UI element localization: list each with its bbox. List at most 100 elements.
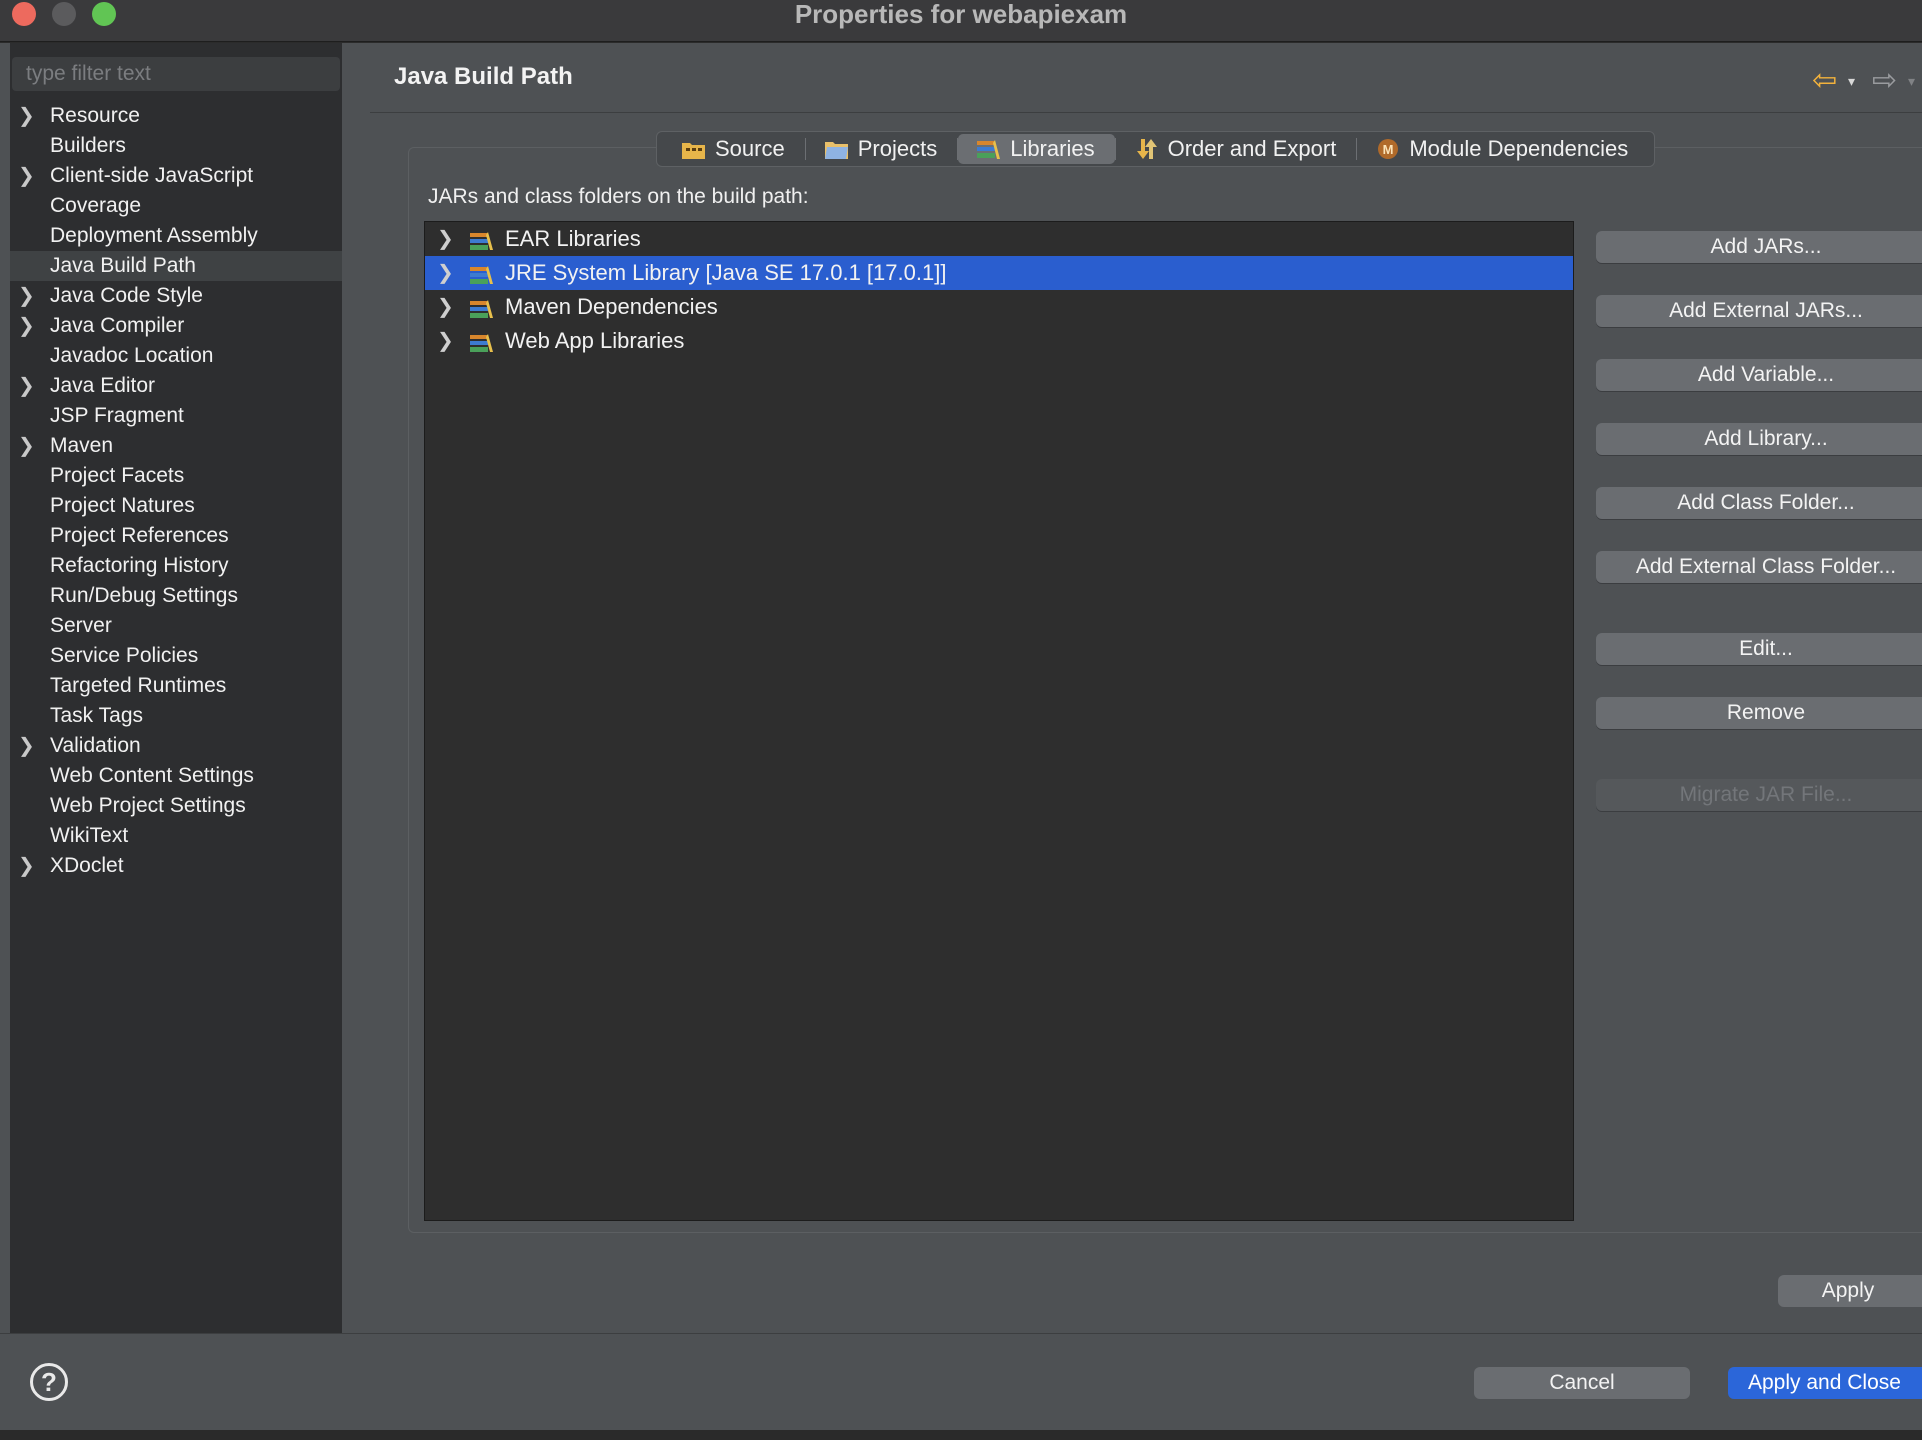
add-library-button[interactable]: Add Library... xyxy=(1596,423,1922,455)
library-icon xyxy=(469,228,497,250)
tab-label: Libraries xyxy=(1010,136,1095,161)
title-bar: Properties for webapiexam xyxy=(0,0,1922,42)
chevron-right-icon[interactable]: ❯ xyxy=(437,324,454,358)
sidebar-item[interactable]: ❯ Resource xyxy=(10,101,342,131)
sidebar-item[interactable]: Builders xyxy=(10,131,342,161)
sidebar-item[interactable]: Javadoc Location xyxy=(10,341,342,371)
help-icon[interactable]: ? xyxy=(30,1363,68,1401)
tab-label: Module Dependencies xyxy=(1409,136,1629,161)
sidebar-item-label: Java Compiler xyxy=(50,314,185,337)
library-icon xyxy=(469,296,497,318)
chevron-right-icon[interactable]: ❯ xyxy=(18,851,38,881)
history-nav: ⇦ ▾ ⇨ ▾ xyxy=(1812,61,1922,101)
chevron-right-icon[interactable]: ❯ xyxy=(437,222,454,256)
library-label: Web App Libraries xyxy=(505,328,685,353)
library-row[interactable]: ❯ Maven Dependencies xyxy=(425,290,1573,324)
page-title: Java Build Path xyxy=(394,63,573,90)
sidebar-item[interactable]: ❯ Java Editor xyxy=(10,371,342,401)
sidebar-item-label: Refactoring History xyxy=(50,554,229,577)
migrate-jar-button[interactable]: Migrate JAR File... xyxy=(1596,779,1922,811)
sidebar-item-label: Java Editor xyxy=(50,374,156,397)
edit-button[interactable]: Edit... xyxy=(1596,633,1922,665)
sash[interactable] xyxy=(342,43,370,1333)
tab-source[interactable]: Source xyxy=(663,134,805,164)
chevron-right-icon[interactable]: ❯ xyxy=(18,731,38,761)
sidebar-item-label: Validation xyxy=(50,734,141,757)
background-window-strip xyxy=(0,1430,1922,1440)
sidebar-item-label: Project Facets xyxy=(50,464,185,487)
back-arrow-icon[interactable]: ⇦ xyxy=(1812,61,1837,101)
chevron-right-icon[interactable]: ❯ xyxy=(18,281,38,311)
chevron-right-icon[interactable]: ❯ xyxy=(18,431,38,461)
sidebar-item[interactable]: Project Natures xyxy=(10,491,342,521)
add-external-class-folder-button[interactable]: Add External Class Folder... xyxy=(1596,551,1922,583)
sidebar-item[interactable]: Deployment Assembly xyxy=(10,221,342,251)
filter-input[interactable]: type filter text xyxy=(12,57,340,91)
forward-dropdown-icon[interactable]: ▾ xyxy=(1908,61,1915,101)
svg-text:M: M xyxy=(1383,142,1394,157)
tab-label: Source xyxy=(715,136,785,161)
sidebar-item-label: Javadoc Location xyxy=(50,344,214,367)
sidebar-item[interactable]: ❯ Validation xyxy=(10,731,342,761)
add-jars-button[interactable]: Add JARs... xyxy=(1596,231,1922,263)
sidebar-item[interactable]: Project Facets xyxy=(10,461,342,491)
sidebar-item-label: Java Code Style xyxy=(50,284,203,307)
apply-button[interactable]: Apply xyxy=(1778,1275,1922,1307)
sidebar-item[interactable]: Web Content Settings xyxy=(10,761,342,791)
sidebar-item-label: Client-side JavaScript xyxy=(50,164,254,187)
chevron-right-icon[interactable]: ❯ xyxy=(18,101,38,131)
sidebar-item[interactable]: WikiText xyxy=(10,821,342,851)
window-title: Properties for webapiexam xyxy=(794,0,1128,29)
forward-arrow-icon[interactable]: ⇨ xyxy=(1872,61,1897,101)
tab-order-and-export[interactable]: Order and Export xyxy=(1116,134,1357,164)
add-external-jars-button[interactable]: Add External JARs... xyxy=(1596,295,1922,327)
chevron-right-icon[interactable]: ❯ xyxy=(437,256,454,290)
remove-button[interactable]: Remove xyxy=(1596,697,1922,729)
order-export-icon xyxy=(1134,137,1160,161)
source-folder-icon xyxy=(681,137,707,161)
sidebar-item-label: Web Project Settings xyxy=(50,794,246,817)
sidebar-item[interactable]: ❯ Java Code Style xyxy=(10,281,342,311)
tab-libraries[interactable]: Libraries xyxy=(958,134,1115,164)
sidebar-item[interactable]: Run/Debug Settings xyxy=(10,581,342,611)
sidebar-item[interactable]: ❯ Client-side JavaScript xyxy=(10,161,342,191)
module-icon: M xyxy=(1375,137,1401,161)
cancel-button[interactable]: Cancel xyxy=(1474,1367,1690,1399)
add-variable-button[interactable]: Add Variable... xyxy=(1596,359,1922,391)
sidebar-item[interactable]: Refactoring History xyxy=(10,551,342,581)
sidebar-item[interactable]: Web Project Settings xyxy=(10,791,342,821)
library-row[interactable]: ❯ EAR Libraries xyxy=(425,222,1573,256)
sidebar-item[interactable]: JSP Fragment xyxy=(10,401,342,431)
add-class-folder-button[interactable]: Add Class Folder... xyxy=(1596,487,1922,519)
chevron-right-icon[interactable]: ❯ xyxy=(18,161,38,191)
library-label: JRE System Library [Java SE 17.0.1 [17.0… xyxy=(505,260,947,285)
sidebar-item[interactable]: ❯ Java Compiler xyxy=(10,311,342,341)
sidebar-item[interactable]: Targeted Runtimes xyxy=(10,671,342,701)
library-icon xyxy=(469,262,497,284)
back-dropdown-icon[interactable]: ▾ xyxy=(1848,61,1855,101)
sidebar: type filter text ❯ Resource Builders ❯ Clien… xyxy=(10,43,342,1333)
chevron-right-icon[interactable]: ❯ xyxy=(18,371,38,401)
tab-module-dependencies[interactable]: M Module Dependencies xyxy=(1357,134,1648,164)
tab-label: Order and Export xyxy=(1167,136,1337,161)
sidebar-item[interactable]: ❯ Maven xyxy=(10,431,342,461)
sidebar-item[interactable]: Project References xyxy=(10,521,342,551)
library-row[interactable]: ❯ Web App Libraries xyxy=(425,324,1573,358)
tab-projects[interactable]: Projects xyxy=(806,134,957,164)
chevron-right-icon[interactable]: ❯ xyxy=(18,311,38,341)
projects-folder-icon xyxy=(824,137,850,161)
sidebar-item[interactable]: Coverage xyxy=(10,191,342,221)
apply-and-close-button[interactable]: Apply and Close xyxy=(1728,1367,1922,1399)
sidebar-item[interactable]: ❯ XDoclet xyxy=(10,851,342,881)
sidebar-item-label: Project References xyxy=(50,524,229,547)
libraries-tree[interactable]: ❯ EAR Libraries ❯ JRE System Library [Ja… xyxy=(424,221,1574,1221)
sidebar-item-label: Task Tags xyxy=(50,704,143,727)
library-row-selected[interactable]: ❯ JRE System Library [Java SE 17.0.1 [17… xyxy=(425,256,1573,290)
sidebar-item[interactable]: Server xyxy=(10,611,342,641)
sidebar-item-label: WikiText xyxy=(50,824,129,847)
library-label: EAR Libraries xyxy=(505,226,641,251)
sidebar-item[interactable]: Service Policies xyxy=(10,641,342,671)
chevron-right-icon[interactable]: ❯ xyxy=(437,290,454,324)
sidebar-item[interactable]: Task Tags xyxy=(10,701,342,731)
sidebar-item[interactable]: Java Build Path xyxy=(10,251,342,281)
